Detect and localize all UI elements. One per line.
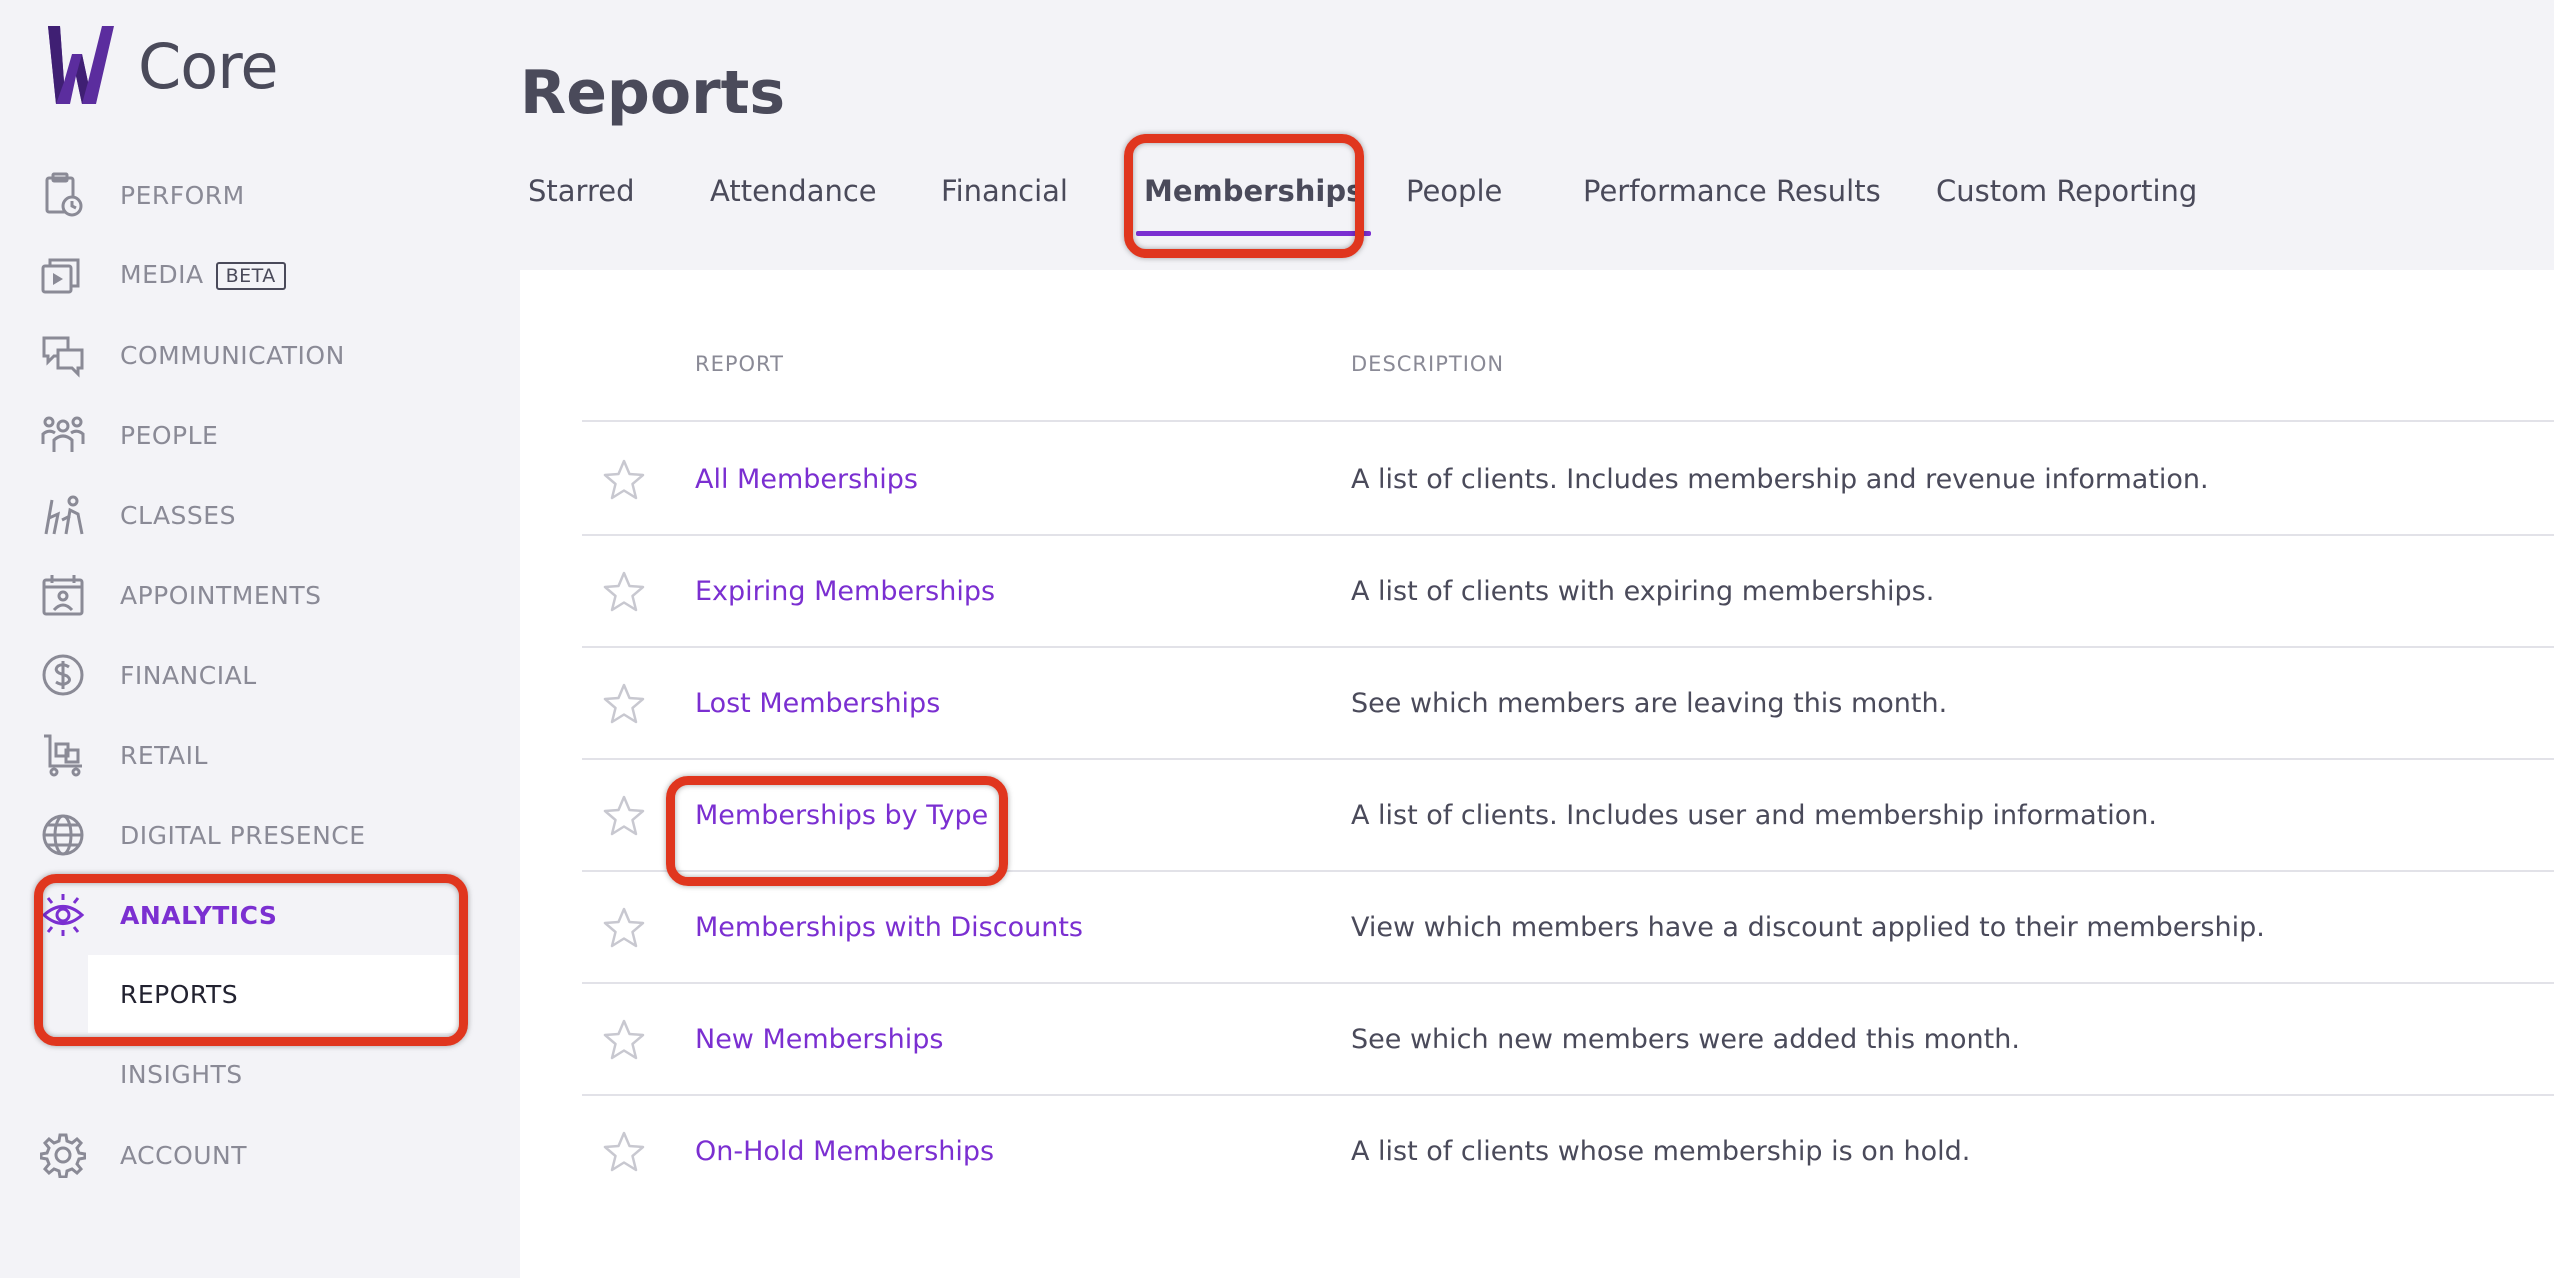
- sidebar-item-label: DIGITAL PRESENCE: [120, 820, 366, 850]
- report-link[interactable]: Lost Memberships: [695, 648, 940, 760]
- sidebar-item-analytics[interactable]: ANALYTICS: [0, 875, 460, 955]
- clipboard-clock-icon: [40, 172, 86, 218]
- dollar-circle-icon: [40, 652, 86, 698]
- report-link[interactable]: New Memberships: [695, 984, 943, 1096]
- star-icon[interactable]: [602, 794, 646, 838]
- star-icon[interactable]: [602, 906, 646, 950]
- page-title: Reports: [520, 58, 786, 128]
- media-play-icon: [40, 252, 86, 298]
- sidebar: Core PERFORM MEDIA BETA COMMUNICATION PE…: [0, 0, 520, 1278]
- sidebar-item-label: PERFORM: [120, 180, 245, 210]
- star-icon[interactable]: [602, 570, 646, 614]
- table-row: Memberships by Type A list of clients. I…: [582, 760, 2554, 872]
- sidebar-item-label: APPOINTMENTS: [120, 580, 322, 610]
- star-icon[interactable]: [602, 458, 646, 502]
- sidebar-item-label: PEOPLE: [120, 420, 219, 450]
- tab-starred[interactable]: Starred: [528, 160, 635, 230]
- report-description: View which members have a discount appli…: [1351, 912, 2265, 943]
- tab-financial[interactable]: Financial: [941, 160, 1068, 230]
- sidebar-item-label: FINANCIAL: [120, 660, 257, 690]
- eye-icon: [40, 892, 86, 938]
- calendar-person-icon: [40, 572, 86, 618]
- star-icon[interactable]: [602, 1018, 646, 1062]
- table-row: Expiring Memberships A list of clients w…: [582, 536, 2554, 648]
- sidebar-item-people[interactable]: PEOPLE: [0, 395, 460, 475]
- beta-badge: BETA: [215, 262, 286, 290]
- sidebar-item-label: COMMUNICATION: [120, 340, 345, 370]
- sidebar-item-account[interactable]: ACCOUNT: [0, 1115, 460, 1195]
- table-row: New Memberships See which new members we…: [582, 984, 2554, 1096]
- column-header-description: DESCRIPTION: [1351, 352, 1505, 376]
- sidebar-subitem-insights[interactable]: INSIGHTS: [88, 1035, 460, 1113]
- sidebar-subitem-reports[interactable]: REPORTS: [88, 955, 460, 1033]
- table-header: REPORT DESCRIPTION: [582, 352, 2554, 422]
- sidebar-item-retail[interactable]: RETAIL: [0, 715, 460, 795]
- report-link[interactable]: All Memberships: [695, 424, 918, 536]
- sidebar-item-label: ACCOUNT: [120, 1140, 248, 1170]
- report-description: A list of clients with expiring membersh…: [1351, 576, 1935, 607]
- tab-performance-results[interactable]: Performance Results: [1583, 160, 1881, 230]
- sidebar-item-media[interactable]: MEDIA BETA: [0, 235, 460, 315]
- table-row: All Memberships A list of clients. Inclu…: [582, 424, 2554, 536]
- report-description: A list of clients whose membership is on…: [1351, 1136, 1971, 1167]
- app-logo[interactable]: Core: [44, 24, 278, 108]
- star-icon[interactable]: [602, 1130, 646, 1174]
- tab-people[interactable]: People: [1406, 160, 1502, 230]
- sidebar-item-label: CLASSES: [120, 500, 236, 530]
- reports-panel: REPORT DESCRIPTION All Memberships A lis…: [520, 270, 2554, 1278]
- report-description: See which new members were added this mo…: [1351, 1024, 2020, 1055]
- table-row: Memberships with Discounts View which me…: [582, 872, 2554, 984]
- column-header-report: REPORT: [695, 352, 784, 376]
- sidebar-item-communication[interactable]: COMMUNICATION: [0, 315, 460, 395]
- globe-icon: [40, 812, 86, 858]
- sidebar-item-digital-presence[interactable]: DIGITAL PRESENCE: [0, 795, 460, 875]
- table-row: On-Hold Memberships A list of clients wh…: [582, 1096, 2554, 1208]
- tab-custom-reporting[interactable]: Custom Reporting: [1936, 160, 2197, 230]
- tab-memberships[interactable]: Memberships: [1135, 160, 1372, 236]
- sidebar-item-label: ANALYTICS: [120, 900, 278, 930]
- report-description: A list of clients. Includes user and mem…: [1351, 800, 2157, 831]
- report-link[interactable]: Expiring Memberships: [695, 536, 995, 648]
- sidebar-item-label: MEDIA: [120, 260, 204, 289]
- logo-text: Core: [138, 29, 278, 103]
- sidebar-item-perform[interactable]: PERFORM: [0, 155, 460, 235]
- report-link[interactable]: On-Hold Memberships: [695, 1096, 994, 1208]
- people-group-icon: [40, 412, 86, 458]
- report-description: See which members are leaving this month…: [1351, 688, 1948, 719]
- gear-icon: [40, 1132, 86, 1178]
- report-link-memberships-by-type[interactable]: Memberships by Type: [695, 760, 988, 872]
- sidebar-item-label: RETAIL: [120, 740, 208, 770]
- sidebar-item-appointments[interactable]: APPOINTMENTS: [0, 555, 460, 635]
- table-row: Lost Memberships See which members are l…: [582, 648, 2554, 760]
- report-description: A list of clients. Includes membership a…: [1351, 464, 2209, 495]
- sidebar-item-classes[interactable]: CLASSES: [0, 475, 460, 555]
- tab-attendance[interactable]: Attendance: [710, 160, 877, 230]
- sidebar-item-financial[interactable]: FINANCIAL: [0, 635, 460, 715]
- cart-icon: [40, 732, 86, 778]
- class-figures-icon: [40, 492, 86, 538]
- report-link[interactable]: Memberships with Discounts: [695, 872, 1083, 984]
- chat-bubbles-icon: [40, 332, 86, 378]
- star-icon[interactable]: [602, 682, 646, 726]
- w-logo-icon: [48, 26, 114, 104]
